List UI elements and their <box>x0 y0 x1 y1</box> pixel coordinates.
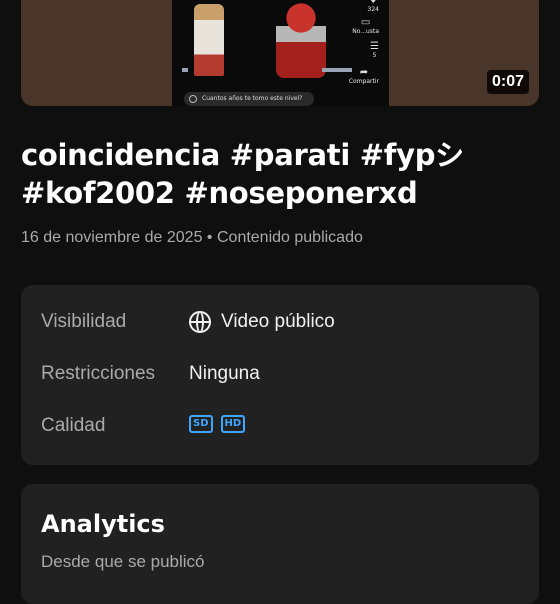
meta-separator: • <box>206 229 213 246</box>
avatar-icon <box>189 95 197 103</box>
details-card: Visibilidad Video público Restricciones … <box>21 285 539 465</box>
video-title-line-1: coincidencia #parati #fypシ <box>21 138 464 172</box>
comment-prompt-text: Cuantos años te tomo este nivel? <box>202 95 303 102</box>
visibility-row[interactable]: Visibilidad Video público <box>41 311 519 339</box>
dislike-label: No...usta <box>352 28 379 35</box>
dislike-icon: ▭ <box>360 17 371 28</box>
fighter-left-figure <box>194 4 224 76</box>
hd-badge-icon: HD <box>220 415 246 433</box>
like-action: ♥ 324 <box>368 0 379 13</box>
video-meta: 16 de noviembre de 2025 • Contenido publ… <box>21 229 363 247</box>
fighter-right-figure <box>276 0 326 78</box>
video-title: coincidencia #parati #fypシ #kof2002 #nos… <box>21 136 541 212</box>
hud-bar-left <box>182 68 188 72</box>
share-label: Compartir <box>348 78 379 85</box>
restrictions-row[interactable]: Restricciones Ninguna <box>41 363 519 391</box>
visibility-value-text: Video público <box>221 311 335 332</box>
globe-icon <box>189 311 211 333</box>
sd-badge-icon: SD <box>189 415 213 433</box>
analytics-card[interactable]: Analytics Desde que se publicó <box>21 484 539 604</box>
video-title-line-2: #kof2002 #noseponerxd <box>21 176 418 210</box>
comments-action: ☰ 5 <box>370 41 379 60</box>
quality-row[interactable]: Calidad SD HD <box>41 415 519 443</box>
thumbnail-frame: ♥ 324 ▭ No...usta ☰ 5 ➦ Compartir Cuanto… <box>172 0 389 106</box>
share-icon: ➦ <box>359 67 369 78</box>
comment-prompt: Cuantos años te tomo este nivel? <box>184 92 314 106</box>
comment-icon: ☰ <box>370 41 379 52</box>
video-thumbnail[interactable]: ♥ 324 ▭ No...usta ☰ 5 ➦ Compartir Cuanto… <box>21 0 539 106</box>
visibility-value: Video público <box>189 311 335 333</box>
share-action: ➦ Compartir <box>348 67 379 86</box>
like-count: 324 <box>367 6 379 13</box>
comment-count: 5 <box>372 52 377 59</box>
quality-label: Calidad <box>41 415 106 436</box>
restrictions-value: Ninguna <box>189 363 260 384</box>
restrictions-label: Restricciones <box>41 363 156 384</box>
analytics-subtitle: Desde que se publicó <box>41 552 205 571</box>
duration-badge: 0:07 <box>486 70 529 94</box>
quality-value: SD HD <box>189 415 246 433</box>
analytics-title: Analytics <box>41 510 165 538</box>
dislike-action: ▭ No...usta <box>352 17 379 36</box>
visibility-label: Visibilidad <box>41 311 127 332</box>
publish-status: Contenido publicado <box>216 229 363 246</box>
publish-date: 16 de noviembre de 2025 <box>21 229 203 246</box>
hud-bar-right <box>322 68 352 72</box>
